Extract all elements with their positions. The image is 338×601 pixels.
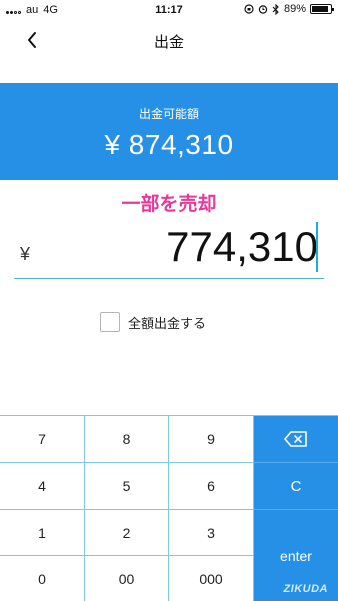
- page-title: 出金: [153, 34, 184, 51]
- backspace-icon: [284, 431, 307, 447]
- key-2[interactable]: 2: [85, 510, 169, 556]
- checkbox-label: 全額出金する: [128, 315, 207, 331]
- numeric-keypad: 7 8 9 4 5 6 C 1 2 3 0 00 000 enter: [0, 415, 338, 601]
- checkbox-box[interactable]: [100, 312, 120, 332]
- alarm-icon: [258, 5, 268, 14]
- backspace-key[interactable]: [254, 416, 338, 463]
- amount-input[interactable]: 774,310: [100, 222, 318, 272]
- status-right: 89%: [244, 3, 334, 15]
- balance-panel: 出金可能額 ¥ 874,310: [0, 83, 338, 180]
- key-1[interactable]: 1: [0, 510, 85, 556]
- full-withdraw-checkbox[interactable]: 全額出金する: [100, 312, 206, 332]
- balance-amount: ¥ 874,310: [104, 129, 234, 160]
- bluetooth-icon: [272, 3, 279, 15]
- key-3[interactable]: 3: [169, 510, 254, 556]
- currency-symbol: ¥: [20, 244, 31, 264]
- battery-icon: [310, 4, 334, 14]
- key-6[interactable]: 6: [169, 463, 254, 510]
- balance-label: 出金可能額: [138, 107, 199, 121]
- key-7[interactable]: 7: [0, 416, 85, 463]
- key-0[interactable]: 0: [0, 556, 85, 601]
- key-9[interactable]: 9: [169, 416, 254, 463]
- key-00[interactable]: 00: [85, 556, 169, 601]
- key-4[interactable]: 4: [0, 463, 85, 510]
- annotation-text: 一部を売却: [121, 194, 217, 215]
- key-000[interactable]: 000: [169, 556, 254, 601]
- rotation-lock-icon: [244, 4, 254, 14]
- watermark: ZIKUDA: [283, 583, 328, 595]
- battery-percent: 89%: [283, 3, 306, 15]
- key-5[interactable]: 5: [85, 463, 169, 510]
- key-8[interactable]: 8: [85, 416, 169, 463]
- nav-bar: 出金: [0, 20, 338, 60]
- status-bar: au 4G 11:17 89%: [0, 0, 338, 20]
- clear-key[interactable]: C: [254, 463, 338, 510]
- text-caret: [316, 222, 318, 272]
- input-underline: [14, 278, 324, 279]
